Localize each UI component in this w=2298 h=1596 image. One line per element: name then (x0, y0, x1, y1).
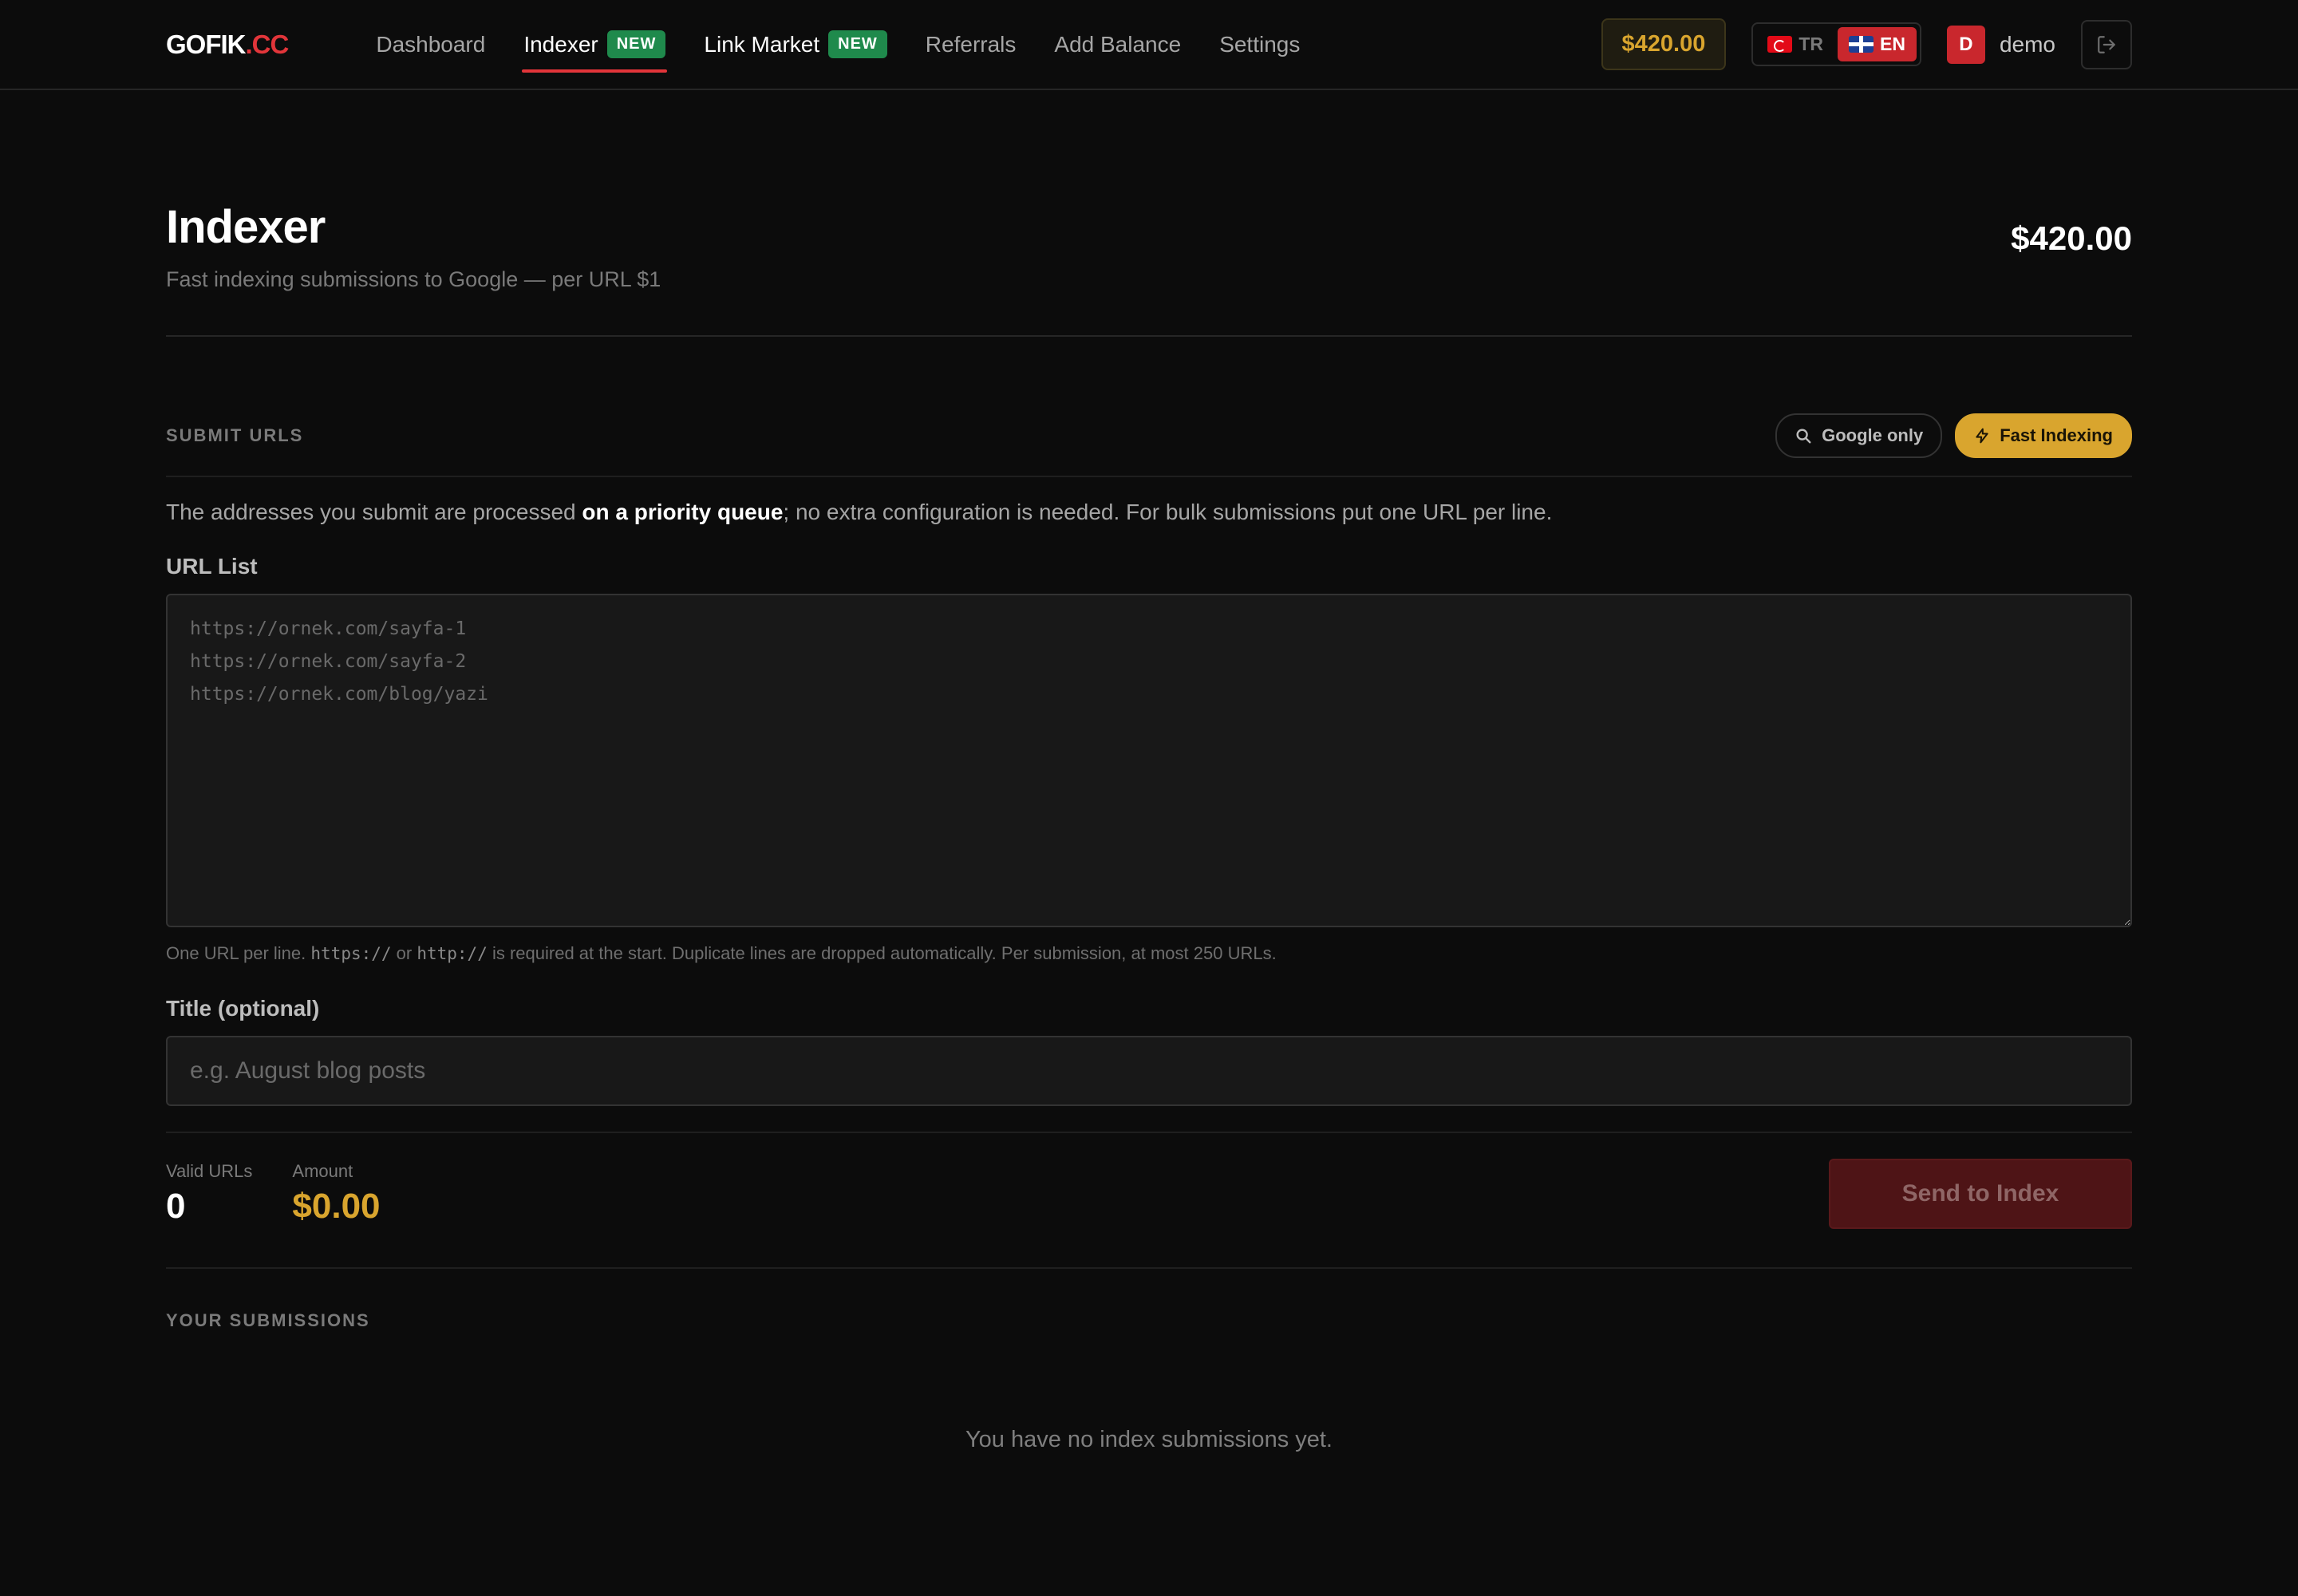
summary-stats: Valid URLs 0 Amount $0.00 (166, 1161, 381, 1227)
submit-section-label: SUBMIT URLS (166, 425, 304, 445)
hint-text-part: or (391, 942, 417, 963)
valid-urls-label: Valid URLs (166, 1160, 253, 1181)
send-to-index-button[interactable]: Send to Index (1829, 1158, 2132, 1229)
nav-item-label: Settings (1219, 31, 1301, 57)
balance-chip[interactable]: $420.00 (1601, 18, 1727, 70)
hint-text-part: is required at the start. Duplicate line… (487, 942, 1277, 963)
logout-button[interactable] (2081, 19, 2132, 69)
hint-code: http:// (417, 943, 488, 963)
valid-urls-value: 0 (166, 1186, 186, 1226)
intro-text-part: ; no extra configuration is needed. For … (783, 499, 1553, 524)
brand-logo[interactable]: GOFIK.CC (166, 29, 290, 60)
intro-text-part: The addresses you submit are processed (166, 499, 582, 524)
lang-button-tr[interactable]: TR (1756, 27, 1834, 61)
nav-item-settings[interactable]: Settings (1200, 0, 1319, 89)
hint-text-part: One URL per line. (166, 942, 311, 963)
page-title: Indexer (166, 201, 326, 253)
submit-intro: The addresses you submit are processed o… (166, 500, 2132, 525)
feature-chips: Google only Fast Indexing (1775, 413, 2132, 458)
logout-icon (2098, 35, 2115, 53)
amount-label: Amount (292, 1160, 353, 1181)
username: demo (1999, 31, 2055, 57)
page-subtitle: Fast indexing submissions to Google — pe… (166, 267, 661, 291)
turkey-flag-icon (1767, 36, 1793, 53)
navbar-right: $420.00 TR EN D demo (1601, 18, 2132, 70)
lang-code: TR (1799, 34, 1823, 54)
amount-stat: Amount $0.00 (292, 1161, 380, 1227)
url-list-textarea[interactable] (166, 593, 2132, 927)
title-label: Title (optional) (166, 995, 320, 1021)
intro-highlight: on a priority queue (582, 499, 784, 524)
uk-flag-icon (1849, 36, 1874, 53)
submissions-section-label: YOUR SUBMISSIONS (166, 1310, 370, 1330)
google-only-chip: Google only (1775, 413, 1943, 458)
lang-button-en[interactable]: EN (1838, 27, 1917, 61)
search-icon (1796, 429, 1811, 444)
nav-item-link-market[interactable]: Link Market NEW (685, 0, 906, 89)
nav-item-referrals[interactable]: Referrals (906, 0, 1036, 89)
fast-indexing-chip: Fast Indexing (1955, 413, 2132, 458)
title-input[interactable] (166, 1035, 2132, 1106)
lang-code: EN (1880, 34, 1905, 54)
submit-summary: Valid URLs 0 Amount $0.00 Send to Index (166, 1131, 2132, 1269)
url-list-hint: One URL per line. https:// or http:// is… (166, 943, 2132, 964)
url-list-label: URL List (166, 553, 258, 579)
new-badge: NEW (828, 30, 887, 58)
brand-accent: .CC (245, 29, 290, 59)
nav-item-label: Referrals (925, 31, 1017, 57)
avatar: D (1946, 25, 1985, 64)
header-balance: $420.00 (2011, 219, 2132, 257)
submissions-empty-state: You have no index submissions yet. (965, 1426, 1333, 1452)
language-switcher: TR EN (1751, 22, 1921, 66)
nav-item-label: Dashboard (376, 31, 486, 57)
lightning-icon (1976, 428, 1988, 444)
amount-value: $0.00 (292, 1186, 381, 1226)
user-menu[interactable]: D demo (1946, 25, 2055, 64)
submit-section-header: SUBMIT URLS Google only Fast Indexing (166, 413, 2132, 477)
nav-item-add-balance[interactable]: Add Balance (1035, 0, 1200, 89)
page-header: Indexer Fast indexing submissions to Goo… (166, 90, 2132, 337)
nav-item-label: Link Market (704, 31, 820, 57)
nav-item-dashboard[interactable]: Dashboard (357, 0, 504, 89)
new-badge: NEW (606, 30, 666, 58)
nav-item-label: Add Balance (1054, 31, 1182, 57)
main-nav: Dashboard Indexer NEW Link Market NEW Re… (357, 0, 1319, 89)
brand-name: GOFIK (166, 29, 246, 59)
top-navbar: GOFIK.CC Dashboard Indexer NEW Link Mark… (0, 0, 2298, 90)
chip-label: Fast Indexing (2000, 425, 2113, 445)
chip-label: Google only (1822, 425, 1924, 445)
nav-item-indexer[interactable]: Indexer NEW (504, 0, 685, 89)
nav-item-label: Indexer (523, 31, 598, 57)
main-content: Indexer Fast indexing submissions to Goo… (0, 90, 2298, 1453)
hint-code: https:// (310, 943, 392, 963)
valid-urls-stat: Valid URLs 0 (166, 1161, 252, 1227)
